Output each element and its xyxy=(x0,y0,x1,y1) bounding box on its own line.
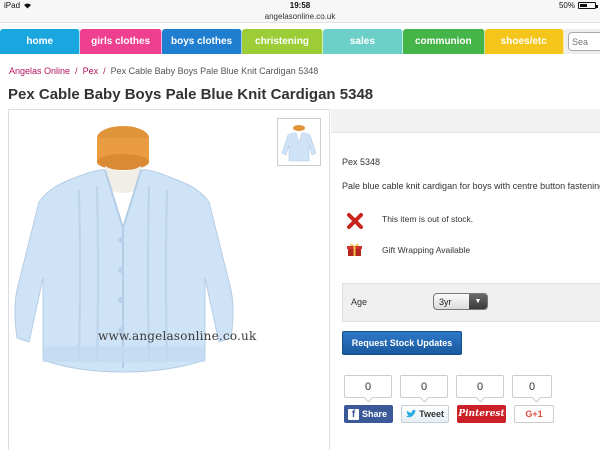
nav-label: christening xyxy=(255,36,309,47)
google-plus-label: G+1 xyxy=(525,409,543,419)
breadcrumb-home[interactable]: Angelas Online xyxy=(9,66,70,76)
battery-icon xyxy=(578,2,598,9)
breadcrumb-category[interactable]: Pex xyxy=(83,66,99,76)
nav-label: sales xyxy=(349,36,375,47)
nav-boys-clothes[interactable]: boys clothes xyxy=(161,29,243,54)
nav-girls-clothes[interactable]: girls clothes xyxy=(80,29,162,54)
chevron-down-icon: ▼ xyxy=(469,294,487,309)
search-input[interactable] xyxy=(567,32,600,51)
nav-label: home xyxy=(26,36,54,47)
facebook-count: 0 xyxy=(344,375,392,398)
gift-wrapping: Gift Wrapping Available xyxy=(347,243,470,257)
twitter-tweet-label: Tweet xyxy=(419,409,444,419)
google-plus-button[interactable]: G+1 xyxy=(514,405,554,423)
nav-communion[interactable]: communion xyxy=(403,29,485,54)
thumbnail-image xyxy=(281,125,317,162)
nav-christening[interactable]: christening xyxy=(242,29,323,54)
age-select-value: 3yr xyxy=(439,296,452,307)
nav-label: boys clothes xyxy=(170,36,233,47)
image-watermark: www.angelasonline.co.uk xyxy=(98,329,257,343)
facebook-share-label: Share xyxy=(362,409,388,419)
twitter-tweet-button[interactable]: Tweet xyxy=(401,405,449,423)
age-select[interactable]: 3yr ▼ xyxy=(433,293,488,310)
request-stock-updates-button[interactable]: Request Stock Updates xyxy=(342,331,462,355)
stock-message: This item is out of stock. xyxy=(382,214,474,224)
share-counts: 0 0 0 0 xyxy=(344,375,552,398)
status-right: 50% xyxy=(558,1,598,10)
pinterest-button[interactable]: Pinterest xyxy=(457,405,506,423)
twitter-count: 0 xyxy=(400,375,448,398)
nav-shoes-etc[interactable]: shoes/etc xyxy=(484,29,564,54)
product-code: Pex 5348 xyxy=(342,157,381,167)
info-top-band xyxy=(331,109,600,133)
share-buttons: f Share Tweet Pinterest G+1 xyxy=(344,405,554,423)
product-description: Pale blue cable knit cardigan for boys w… xyxy=(342,181,600,191)
battery-percent: 50% xyxy=(558,1,575,10)
twitter-bird-icon xyxy=(406,409,417,418)
breadcrumb: Angelas Online / Pex / Pex Cable Baby Boys P… xyxy=(9,66,318,76)
product-thumbnail[interactable] xyxy=(277,118,321,166)
nav-search xyxy=(563,29,600,54)
main-nav: home girls clothes boys clothes christen… xyxy=(0,29,600,54)
nav-sales[interactable]: sales xyxy=(322,29,404,54)
facebook-icon: f xyxy=(348,408,359,420)
nav-label: girls clothes xyxy=(91,36,151,47)
status-time: 19:58 xyxy=(289,1,311,10)
gift-icon xyxy=(347,243,362,256)
breadcrumb-separator: / xyxy=(103,66,106,76)
nav-label: shoes/etc xyxy=(500,36,547,47)
status-bar: iPad 19:58 50% xyxy=(0,0,600,12)
breadcrumb-current: Pex Cable Baby Boys Pale Blue Knit Cardi… xyxy=(110,66,319,76)
page-title: Pex Cable Baby Boys Pale Blue Knit Cardi… xyxy=(8,86,374,103)
gift-message: Gift Wrapping Available xyxy=(382,245,471,255)
battery-level xyxy=(580,4,587,7)
nav-home[interactable]: home xyxy=(0,29,81,54)
facebook-share-button[interactable]: f Share xyxy=(344,405,393,423)
google-plus-count: 0 xyxy=(512,375,552,398)
nav-label: communion xyxy=(414,36,472,47)
out-of-stock-icon xyxy=(347,213,363,229)
stock-status: This item is out of stock. xyxy=(346,212,473,230)
pinterest-label: Pinterest xyxy=(458,409,505,419)
pinterest-count: 0 xyxy=(456,375,504,398)
breadcrumb-separator: / xyxy=(75,66,78,76)
age-label: Age xyxy=(351,297,368,307)
address-bar[interactable]: angelasonline.co.uk xyxy=(0,12,600,23)
